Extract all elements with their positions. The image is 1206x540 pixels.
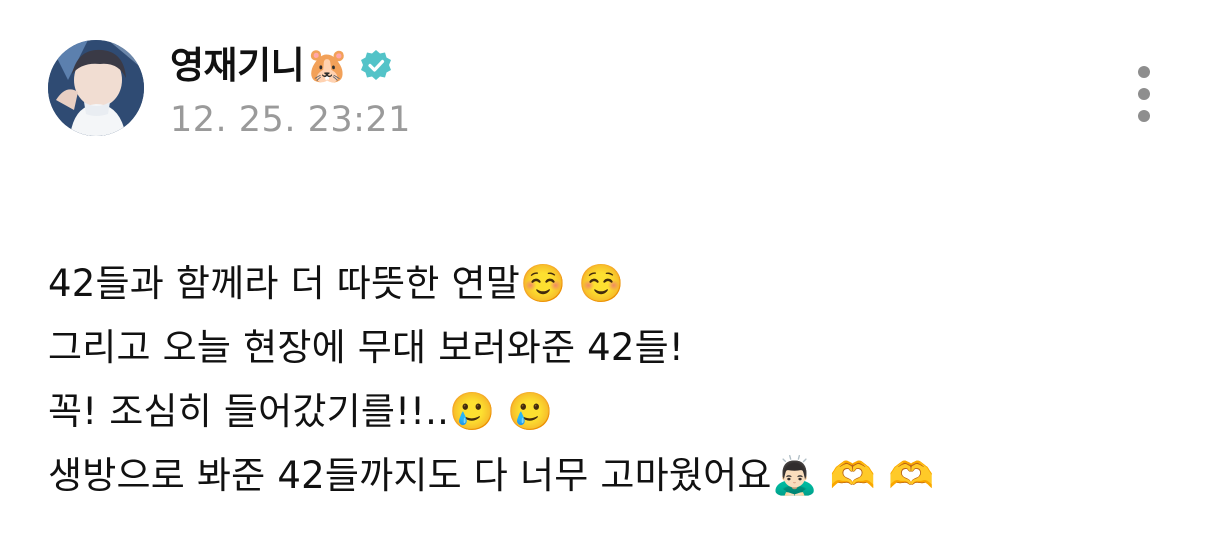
vertical-ellipsis-icon-dot — [1138, 88, 1150, 100]
avatar-photo — [48, 40, 144, 136]
author-name[interactable]: 영재기니 — [170, 40, 305, 92]
vertical-ellipsis-icon — [1138, 66, 1150, 78]
post-body: 42들과 함께라 더 따뜻한 연말☺️ ☺️ 그리고 오늘 현장에 무대 보러와… — [48, 252, 1168, 508]
post-text-line: 그리고 오늘 현장에 무대 보러와준 42들! — [48, 326, 684, 369]
author-block: 영재기니 🐹 12. 25. 23:21 — [170, 40, 411, 144]
author-avatar[interactable] — [48, 40, 144, 136]
post-text-line: 42들과 함께라 더 따뜻한 연말☺️ ☺️ — [48, 262, 625, 305]
author-row: 영재기니 🐹 — [170, 40, 411, 92]
post-header: 영재기니 🐹 12. 25. 23:21 — [48, 40, 1158, 140]
verified-badge-icon — [360, 50, 391, 80]
hamster-emoji: 🐹 — [306, 46, 349, 86]
vertical-ellipsis-icon-dot — [1138, 110, 1150, 122]
post-text-line: 생방으로 봐준 42들까지도 다 너무 고마웠어요🙇🏻‍♂️ 🫶 🫶 — [48, 454, 935, 497]
post-timestamp: 12. 25. 23:21 — [170, 100, 411, 140]
more-options-button[interactable] — [1130, 66, 1158, 122]
post-text-line: 꼭! 조심히 들어갔기를!!..🥲 🥲 — [48, 390, 554, 433]
